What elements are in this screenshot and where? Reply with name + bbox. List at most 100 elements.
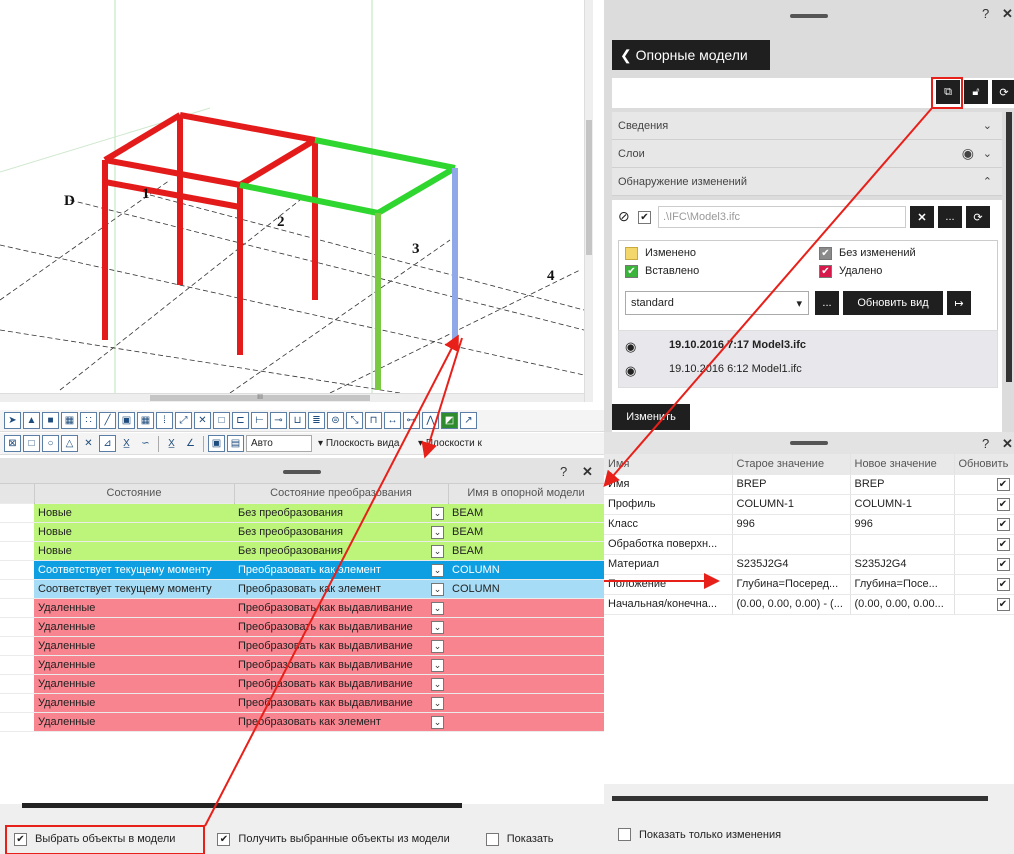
snap-cross-icon[interactable]: ✕: [80, 435, 97, 452]
select-cross-icon[interactable]: ✕: [194, 412, 211, 429]
model-viewport[interactable]: D 1 2 3 4: [0, 0, 592, 402]
select-polyline-icon[interactable]: ⋀: [422, 412, 439, 429]
update-checkbox[interactable]: ✔: [996, 537, 1010, 551]
update-checkbox[interactable]: ✔: [996, 477, 1010, 491]
dropdown-arrow-icon[interactable]: ⌄: [431, 639, 444, 653]
status-row[interactable]: Новые Без преобразования ⌄ BEAM: [0, 503, 604, 523]
close-icon[interactable]: ✕: [582, 464, 593, 480]
status-row[interactable]: Новые Без преобразования ⌄ BEAM: [0, 541, 604, 561]
status-row[interactable]: Удаленные Преобразовать как выдавливание ⌄: [0, 674, 604, 694]
select-line-icon[interactable]: ╱: [99, 412, 116, 429]
section-info[interactable]: Сведения ⌄: [612, 112, 1002, 140]
select-frame-icon[interactable]: ⊓: [365, 412, 382, 429]
help-icon[interactable]: ?: [560, 464, 567, 479]
dropdown-arrow-icon[interactable]: ⌄: [431, 544, 444, 558]
status-row[interactable]: Удаленные Преобразовать как выдавливание ⌄: [0, 617, 604, 637]
dropdown-arrow-icon[interactable]: ⌄: [431, 525, 444, 539]
clear-file-icon[interactable]: ✕: [910, 206, 934, 228]
viewport-horizontal-scrollbar[interactable]: III: [0, 393, 584, 402]
status-row[interactable]: Удаленные Преобразовать как выдавливание ⌄: [0, 598, 604, 618]
column-header-conversion[interactable]: Состояние преобразования: [234, 484, 449, 504]
update-checkbox[interactable]: ✔: [996, 597, 1010, 611]
column-header-update[interactable]: Обновить: [954, 454, 1014, 475]
property-row[interactable]: Класс 996 996 ✔: [604, 514, 1014, 535]
update-view-button[interactable]: Обновить вид: [843, 291, 943, 315]
props-scrollbar[interactable]: [612, 796, 988, 801]
column-header-name[interactable]: Имя в опорной модели: [448, 484, 604, 504]
ref-scrollbar[interactable]: [1006, 112, 1012, 382]
select-pick-icon[interactable]: ⤢: [175, 412, 192, 429]
snap-x-icon[interactable]: X̲: [118, 435, 135, 452]
drag-handle-icon[interactable]: [283, 470, 321, 474]
conversion-cell[interactable]: Без преобразования ⌄: [234, 503, 448, 523]
select-cut-icon[interactable]: ⊜: [327, 412, 344, 429]
dropdown-arrow-icon[interactable]: ⌄: [431, 658, 444, 672]
snap-perp-icon[interactable]: ⊿: [99, 435, 116, 452]
conversion-cell[interactable]: Преобразовать как выдавливание ⌄: [234, 655, 448, 675]
update-checkbox[interactable]: ✔: [996, 577, 1010, 591]
refresh-compare-icon[interactable]: ⟳: [966, 206, 990, 228]
property-row[interactable]: Обработка поверхн... ✔: [604, 534, 1014, 555]
detect-changes-icon[interactable]: ⧉: [936, 80, 960, 104]
select-rect-icon[interactable]: □: [213, 412, 230, 429]
select-bracket-icon[interactable]: ⊏: [232, 412, 249, 429]
conversion-cell[interactable]: Без преобразования ⌄: [234, 522, 448, 542]
status-row[interactable]: Соответствует текущему моменту Преобразов…: [0, 579, 604, 599]
status-row[interactable]: Удаленные Преобразовать как элемент ⌄: [0, 712, 604, 732]
select-arrow-icon[interactable]: ➤: [4, 412, 21, 429]
version-item[interactable]: 19.10.2016 6:12 Model1.ifc: [669, 363, 802, 375]
settings-more-button[interactable]: ...: [815, 291, 839, 315]
refresh-icon[interactable]: ⟳: [992, 80, 1014, 104]
status-row[interactable]: Удаленные Преобразовать как выдавливание ⌄: [0, 655, 604, 675]
dropdown-arrow-icon[interactable]: ⌄: [431, 601, 444, 615]
eye-slash-icon[interactable]: ⊘: [618, 208, 630, 225]
conversion-cell[interactable]: Преобразовать как выдавливание ⌄: [234, 693, 448, 713]
unlock-icon[interactable]: 🔓︎: [964, 80, 988, 104]
combo-planes[interactable]: ▾ Плоскости к: [414, 435, 504, 452]
combo-view-plane[interactable]: ▾ Плоскость вида: [314, 435, 412, 452]
edit-button[interactable]: Изменить: [612, 404, 690, 430]
show-only-changes-checkbox[interactable]: [618, 828, 631, 841]
close-icon[interactable]: ✕: [1002, 436, 1013, 452]
dropdown-arrow-icon[interactable]: ⌄: [431, 715, 444, 729]
status-row[interactable]: Удаленные Преобразовать как выдавливание ⌄: [0, 636, 604, 656]
select-part-icon[interactable]: ■: [42, 412, 59, 429]
dropdown-arrow-icon[interactable]: ⌄: [431, 677, 444, 691]
column-header-new[interactable]: Новое значение: [850, 454, 955, 475]
help-icon[interactable]: ?: [982, 6, 989, 21]
snap-angle-icon[interactable]: ∠: [182, 435, 199, 452]
dropdown-arrow-icon[interactable]: ⌄: [431, 620, 444, 634]
select-circle-icon[interactable]: ⊶: [403, 412, 420, 429]
dropdown-arrow-icon[interactable]: ⌄: [431, 582, 444, 596]
status-row[interactable]: Удаленные Преобразовать как выдавливание ⌄: [0, 693, 604, 713]
select-sweep-icon[interactable]: ⤡: [346, 412, 363, 429]
select-weld-icon[interactable]: ⊔: [289, 412, 306, 429]
get-selected-checkbox[interactable]: ✔: [217, 832, 231, 846]
select-object-icon[interactable]: ▲: [23, 412, 40, 429]
property-row[interactable]: Начальная/конечна... (0.00, 0.00, 0.00) -…: [604, 594, 1014, 615]
drag-handle-icon[interactable]: [790, 14, 828, 18]
snap-circle-icon[interactable]: ○: [42, 435, 59, 452]
legend-deleted-box[interactable]: ✔: [819, 265, 832, 278]
select-stack-icon[interactable]: ≣: [308, 412, 325, 429]
section-layers[interactable]: Слои ◉ ⌄: [612, 140, 1002, 168]
back-button[interactable]: ❮ Опорные модели: [612, 40, 770, 70]
snap-ref-icon[interactable]: ⊠: [4, 435, 21, 452]
select-assembly-icon[interactable]: ▦: [61, 412, 78, 429]
version-item[interactable]: 19.10.2016 7:17 Model3.ifc: [669, 339, 806, 351]
select-grid-icon[interactable]: ∷: [80, 412, 97, 429]
legend-inserted-box[interactable]: ✔: [625, 265, 638, 278]
viewport-vertical-scrollbar[interactable]: [584, 0, 593, 402]
select-in-model-checkbox[interactable]: ✔: [14, 832, 27, 846]
browse-button[interactable]: ...: [938, 206, 962, 228]
column-header-state[interactable]: Состояние: [34, 484, 235, 504]
select-green-icon[interactable]: ◩: [441, 412, 458, 429]
select-dots-icon[interactable]: ⁞: [156, 412, 173, 429]
property-row[interactable]: Имя BREP BREP ✔: [604, 474, 1014, 495]
conversion-cell[interactable]: Без преобразования ⌄: [234, 541, 448, 561]
update-checkbox[interactable]: ✔: [996, 517, 1010, 531]
compare-enable-checkbox[interactable]: ✔: [638, 211, 651, 224]
select-view-icon[interactable]: ▣: [118, 412, 135, 429]
property-row[interactable]: Положение Глубина=Посеред... Глубина=Посе.…: [604, 574, 1014, 595]
combo-auto[interactable]: Авто: [246, 435, 312, 452]
